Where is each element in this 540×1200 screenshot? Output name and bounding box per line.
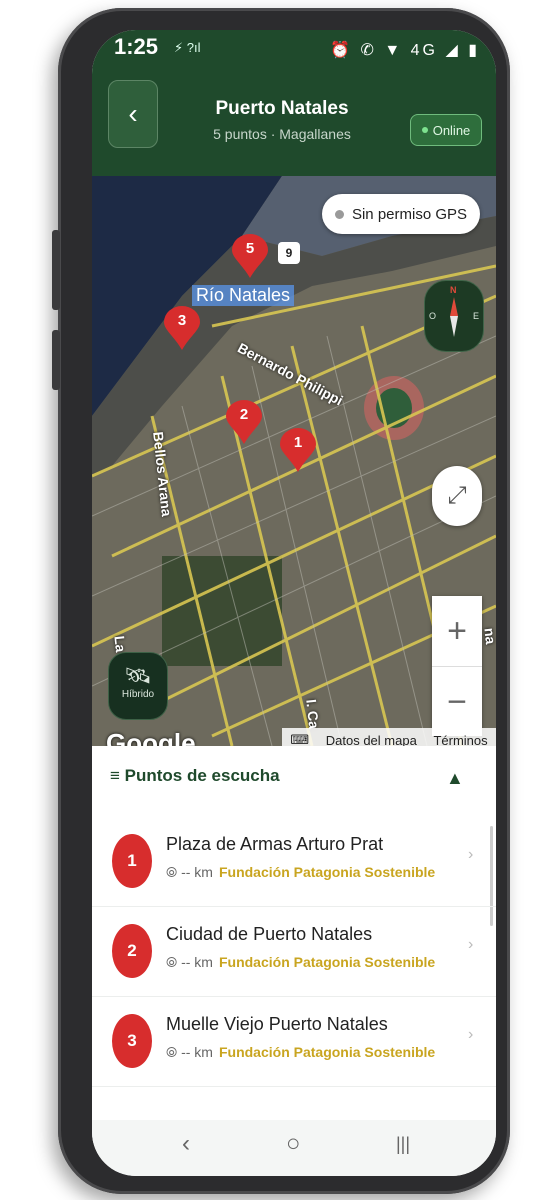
online-dot-icon — [421, 127, 428, 133]
power-button — [52, 330, 60, 390]
item-organization: Fundación Patagonia Sostenible — [218, 954, 436, 970]
location-distance: ⦾ -- km — [166, 954, 213, 970]
zoom-control: + − — [432, 596, 482, 736]
item-meta: ⦾ -- km Fundación Patagonia Sostenible — [166, 1044, 435, 1061]
map-attribution: ⌨ Datos del mapa Términos — [282, 728, 496, 746]
app-header: ‹ Puerto Natales 5 puntos · Magallanes O… — [92, 70, 496, 176]
compass-button[interactable]: N O E — [424, 280, 484, 352]
volume-button — [52, 230, 60, 310]
map-pin-2[interactable]: 2 — [226, 400, 262, 444]
nav-home-button[interactable]: ○ — [286, 1130, 301, 1158]
item-organization: Fundación Patagonia Sostenible — [218, 864, 436, 880]
back-arrow-icon: ‹ — [128, 98, 138, 129]
chevron-right-icon: › — [468, 936, 474, 953]
street-label: La — [111, 635, 129, 653]
map-pin-5[interactable]: 5 — [232, 234, 268, 278]
item-number-badge: 3 — [112, 1014, 152, 1068]
map-data-link[interactable]: Datos del mapa — [326, 733, 417, 747]
street-label: na — [481, 627, 496, 645]
online-badge: Online — [410, 114, 482, 146]
list-item[interactable]: 2 Ciudad de Puerto Natales ⦾ -- km Fundac… — [92, 906, 496, 997]
page-title: Puerto Natales — [215, 98, 349, 119]
keyboard-icon[interactable]: ⌨ — [290, 732, 309, 746]
item-number-badge: 2 — [112, 924, 152, 978]
gps-label: Sin permiso GPS — [351, 205, 468, 223]
google-logo: Google — [106, 728, 196, 746]
item-organization: Fundación Patagonia Sostenible — [218, 1044, 436, 1060]
gps-dot-icon — [334, 209, 344, 219]
status-bar: 1:25 ⚡ ?ıl ⏰ ✆ ▼ 4G ◢ ▮ — [92, 30, 496, 70]
map-view[interactable]: Río Natales 9 Bernardo Philippi Bellos A… — [92, 176, 496, 746]
map-pin-1[interactable]: 1 — [280, 428, 316, 472]
hybrid-layer-button[interactable]: 🛰 Híbrido — [108, 652, 168, 720]
item-name: Muelle Viejo Puerto Natales — [166, 1014, 388, 1034]
hybrid-label: Híbrido — [121, 689, 155, 700]
nav-recents-button[interactable]: ||| — [396, 1134, 410, 1155]
item-meta: ⦾ -- km Fundación Patagonia Sostenible — [166, 864, 435, 881]
list-item[interactable]: 1 Plaza de Armas Arturo Prat ⦾ -- km Fund… — [92, 816, 496, 907]
item-name: Ciudad de Puerto Natales — [166, 924, 373, 944]
zoom-in-button[interactable]: + — [432, 596, 482, 667]
river-label: Río Natales — [192, 285, 295, 306]
status-left-icons: ⚡ ?ıl — [174, 40, 201, 55]
map-pin-3[interactable]: 3 — [164, 306, 200, 350]
compass-needle-icon — [450, 297, 458, 337]
item-meta: ⦾ -- km Fundación Patagonia Sostenible — [166, 954, 435, 971]
chevron-right-icon: › — [468, 1026, 474, 1043]
sheet-title: ≡ Puntos de escucha — [110, 766, 280, 785]
location-distance: ⦾ -- km — [166, 1044, 213, 1060]
recenter-button[interactable]: ⤢ — [432, 466, 482, 526]
terms-link[interactable]: Términos — [433, 733, 487, 747]
system-nav-bar: ‹ ○ ||| — [92, 1120, 496, 1176]
collapse-toggle-icon[interactable]: ▲ — [446, 768, 464, 789]
fullscreen-icon: ⤢ — [447, 482, 467, 509]
location-distance: ⦾ -- km — [166, 864, 213, 880]
status-right-icons: ⏰ ✆ ▼ 4G ◢ ▮ — [330, 42, 480, 59]
online-label: Online — [432, 122, 471, 138]
gps-permission-pill[interactable]: Sin permiso GPS — [322, 194, 480, 234]
zoom-out-button[interactable]: − — [432, 667, 482, 737]
page-subtitle: 5 puntos · Magallanes — [213, 126, 351, 142]
back-button[interactable]: ‹ — [108, 80, 158, 148]
list-item[interactable]: 3 Muelle Viejo Puerto Natales ⦾ -- km Fun… — [92, 996, 496, 1087]
app-screen: 1:25 ⚡ ?ıl ⏰ ✆ ▼ 4G ◢ ▮ ‹ Puerto Natales… — [92, 30, 496, 1176]
item-number-badge: 1 — [112, 834, 152, 888]
item-name: Plaza de Armas Arturo Prat — [166, 834, 384, 854]
status-time: 1:25 — [114, 34, 159, 59]
points-sheet: ≡ Puntos de escucha ▲ 1 Plaza de Armas A… — [92, 746, 496, 1120]
route-shield: 9 — [278, 242, 300, 264]
chevron-right-icon: › — [468, 846, 474, 863]
satellite-icon: 🛰 — [124, 663, 152, 688]
street-label: I. Ca — [303, 698, 323, 730]
nav-back-button[interactable]: ‹ — [182, 1130, 190, 1158]
